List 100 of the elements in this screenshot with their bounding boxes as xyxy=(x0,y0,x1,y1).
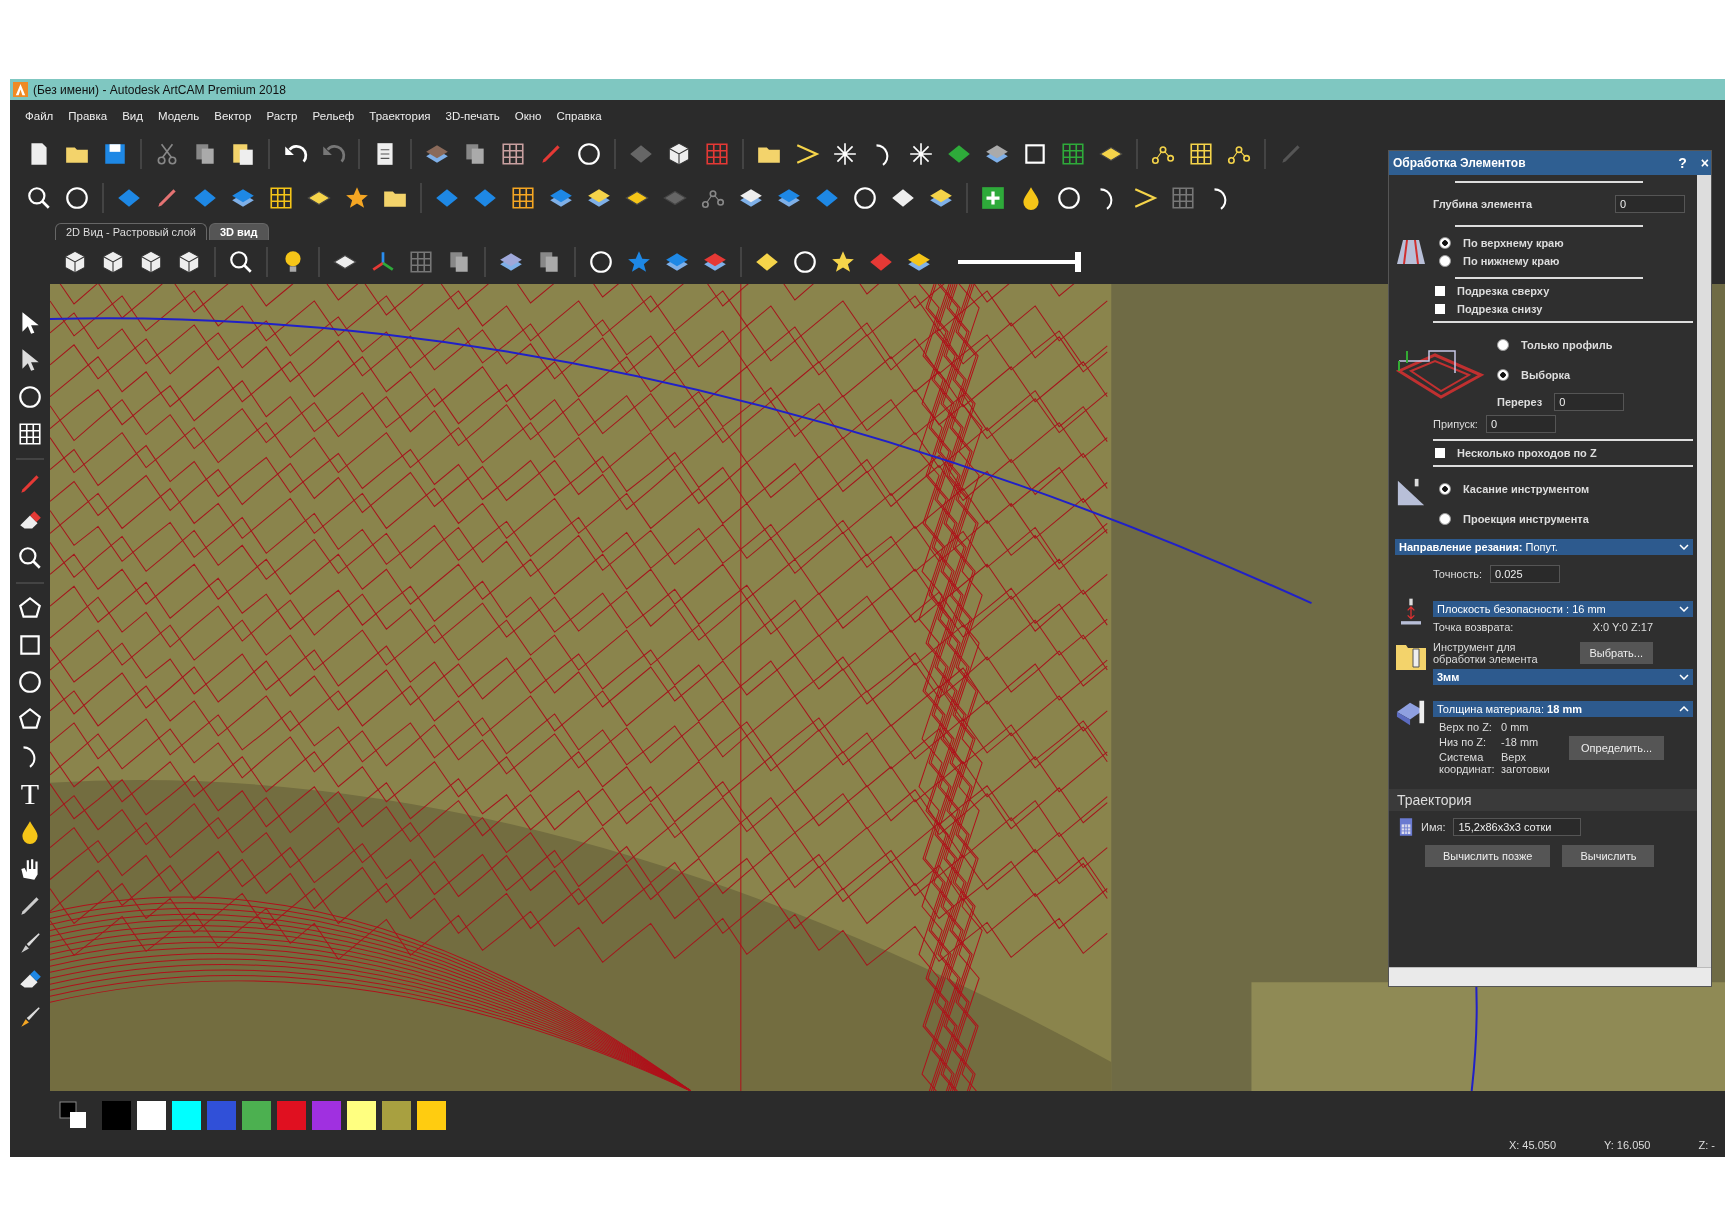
color-swatch[interactable] xyxy=(277,1100,306,1130)
menu-item[interactable]: 3D-печать xyxy=(445,110,500,122)
define-button[interactable]: Определить... xyxy=(1569,736,1665,760)
radio-label: Выборка xyxy=(1521,369,1571,381)
toolpath-name-field[interactable]: 15,2x86x3x3 сотки xyxy=(1453,818,1582,836)
sparkle-icon[interactable] xyxy=(908,141,934,167)
save-icon[interactable] xyxy=(102,141,128,167)
caret-icon xyxy=(1679,706,1689,712)
circle-icon[interactable] xyxy=(792,249,818,275)
menu-item[interactable]: Растр xyxy=(266,110,298,122)
allowance-label: Припуск: xyxy=(1433,418,1478,430)
circle-icon[interactable] xyxy=(852,185,878,211)
cube-icon[interactable] xyxy=(176,249,202,275)
color-swatch[interactable] xyxy=(172,1100,201,1130)
cube-icon[interactable] xyxy=(666,141,692,167)
circle-icon[interactable] xyxy=(1056,185,1082,211)
radio-button[interactable] xyxy=(1439,513,1451,525)
color-swatch[interactable] xyxy=(347,1100,376,1130)
color-swatch[interactable] xyxy=(417,1100,446,1130)
sparkle-icon[interactable] xyxy=(832,141,858,167)
calculate-button[interactable]: Вычислить позже xyxy=(1425,845,1551,867)
pentagon-icon[interactable] xyxy=(17,706,43,732)
menu-item[interactable]: Справка xyxy=(556,110,602,122)
paste-icon[interactable] xyxy=(230,141,256,167)
grid-icon[interactable] xyxy=(510,185,536,211)
material-value: 0 mm xyxy=(1501,721,1530,733)
app-logo-icon xyxy=(13,82,28,97)
return-point-label: Точка возврата: xyxy=(1433,621,1514,633)
circle-icon[interactable] xyxy=(17,384,43,410)
menu-item[interactable]: Рельеф xyxy=(312,110,355,122)
safe-plane-dropdown[interactable]: Плоскость безопасности : 16 mm xyxy=(1433,601,1693,617)
cube-icon[interactable] xyxy=(62,249,88,275)
select-tool-button[interactable]: Выбрать... xyxy=(1579,642,1653,664)
circle-icon[interactable] xyxy=(17,669,43,695)
slider-thumb[interactable] xyxy=(1075,252,1081,272)
color-swatch[interactable] xyxy=(242,1100,271,1130)
help-button[interactable]: ? xyxy=(1676,155,1689,171)
horizontal-scrollbar[interactable] xyxy=(1389,967,1711,986)
cube-icon[interactable] xyxy=(138,249,164,275)
color-swatch[interactable] xyxy=(382,1100,411,1130)
plus-icon[interactable] xyxy=(980,185,1006,211)
circle-icon[interactable] xyxy=(576,141,602,167)
menu-item[interactable]: Файл xyxy=(25,110,54,122)
menu-item[interactable]: Траектория xyxy=(369,110,431,122)
material-thickness-header[interactable]: Толщина материала: 18 mm xyxy=(1433,701,1693,717)
grid-icon[interactable] xyxy=(17,421,43,447)
name-label: Имя: xyxy=(1421,821,1446,833)
menu-item[interactable]: Модель xyxy=(157,110,200,122)
depth-label: Глубина элемента xyxy=(1433,198,1533,210)
view-tab[interactable]: 3D вид xyxy=(208,223,269,240)
menu-item[interactable]: Окно xyxy=(514,110,542,122)
menu-item[interactable]: Правка xyxy=(68,110,108,122)
close-button[interactable]: × xyxy=(1698,155,1711,171)
radio-button[interactable] xyxy=(1439,483,1451,495)
grid-icon[interactable] xyxy=(500,141,526,167)
depth-field[interactable]: 0 xyxy=(1615,195,1685,213)
trapezoid-icon xyxy=(1395,237,1427,267)
radio-button[interactable] xyxy=(1439,237,1451,249)
material-label: Низ по Z: xyxy=(1439,736,1488,748)
tool-label: Инструмент для обработки элемента xyxy=(1433,641,1539,665)
overlap-field[interactable]: 0 xyxy=(1554,393,1625,411)
text-tool[interactable]: T xyxy=(20,780,40,808)
calculate-button[interactable]: Вычислить xyxy=(1562,845,1655,867)
color-swatch[interactable] xyxy=(207,1100,236,1130)
vertical-scrollbar[interactable] xyxy=(1697,175,1711,967)
z-coordinate: Z: - xyxy=(1698,1139,1715,1153)
color-swatch[interactable] xyxy=(102,1100,131,1130)
circle-icon[interactable] xyxy=(588,249,614,275)
radio-button[interactable] xyxy=(1497,339,1509,351)
pentagon-icon[interactable] xyxy=(17,595,43,621)
checkbox[interactable] xyxy=(1435,304,1445,314)
zoom-icon[interactable] xyxy=(228,249,254,275)
cube-icon[interactable] xyxy=(100,249,126,275)
zoom-icon[interactable] xyxy=(17,545,43,571)
foreground-background-icon[interactable] xyxy=(58,1100,88,1130)
radio-button[interactable] xyxy=(1439,255,1451,267)
zoom-icon[interactable] xyxy=(26,185,52,211)
rectangle-icon[interactable] xyxy=(1022,141,1048,167)
rectangle-icon[interactable] xyxy=(17,632,43,658)
grid-icon[interactable] xyxy=(1188,141,1214,167)
checkbox[interactable] xyxy=(1435,448,1445,458)
accuracy-label: Точность: xyxy=(1433,568,1482,580)
grid-icon[interactable] xyxy=(268,185,294,211)
menu-item[interactable]: Вид xyxy=(122,110,143,122)
window-title: (Без имени) - Autodesk ArtCAM Premium 2018 xyxy=(33,82,286,97)
cut-direction-dropdown[interactable]: Направление резания: Попут. xyxy=(1395,539,1693,555)
material-value: -18 mm xyxy=(1501,736,1540,748)
caret-icon xyxy=(1679,606,1689,612)
color-swatch[interactable] xyxy=(137,1100,166,1130)
tool-dropdown[interactable]: 3мм xyxy=(1433,669,1693,685)
radio-label: Проекция инструмента xyxy=(1463,513,1589,525)
view-tab[interactable]: 2D Вид - Растровый слой xyxy=(55,223,207,240)
circle-icon[interactable] xyxy=(64,185,90,211)
checkbox-label: Несколько проходов по Z xyxy=(1457,447,1597,459)
radio-button[interactable] xyxy=(1497,369,1509,381)
color-swatch[interactable] xyxy=(312,1100,341,1130)
allowance-field[interactable]: 0 xyxy=(1485,415,1556,433)
accuracy-field[interactable]: 0.025 xyxy=(1490,565,1560,583)
menu-item[interactable]: Вектор xyxy=(214,110,252,122)
checkbox[interactable] xyxy=(1435,286,1445,296)
